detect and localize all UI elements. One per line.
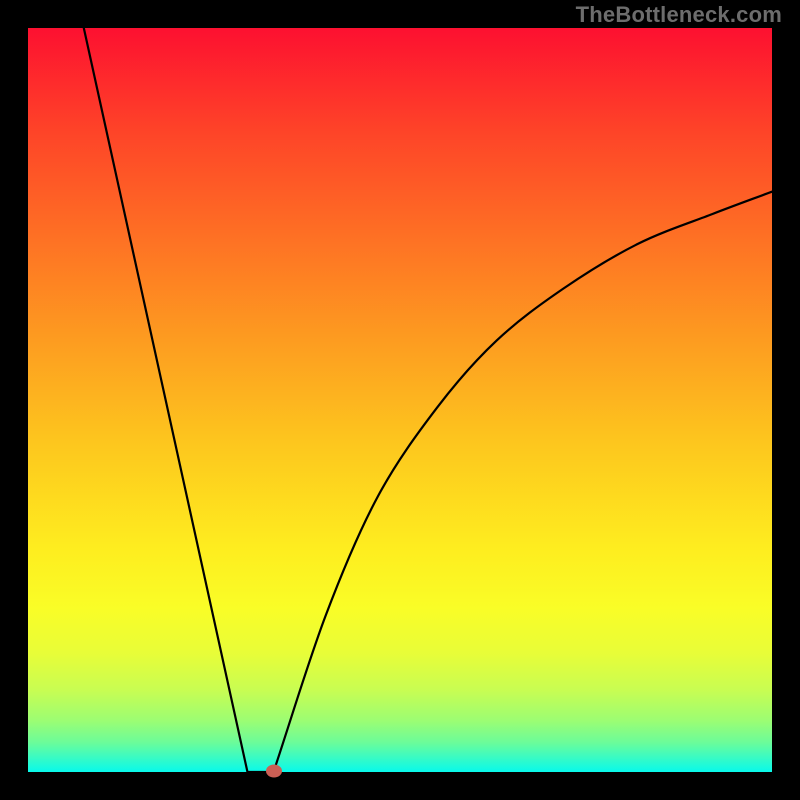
chart-frame: TheBottleneck.com	[0, 0, 800, 800]
watermark-text: TheBottleneck.com	[576, 2, 782, 28]
plot-area	[28, 28, 772, 772]
bottleneck-curve	[84, 28, 772, 772]
curve-layer	[28, 28, 772, 772]
optimum-marker	[266, 764, 282, 777]
